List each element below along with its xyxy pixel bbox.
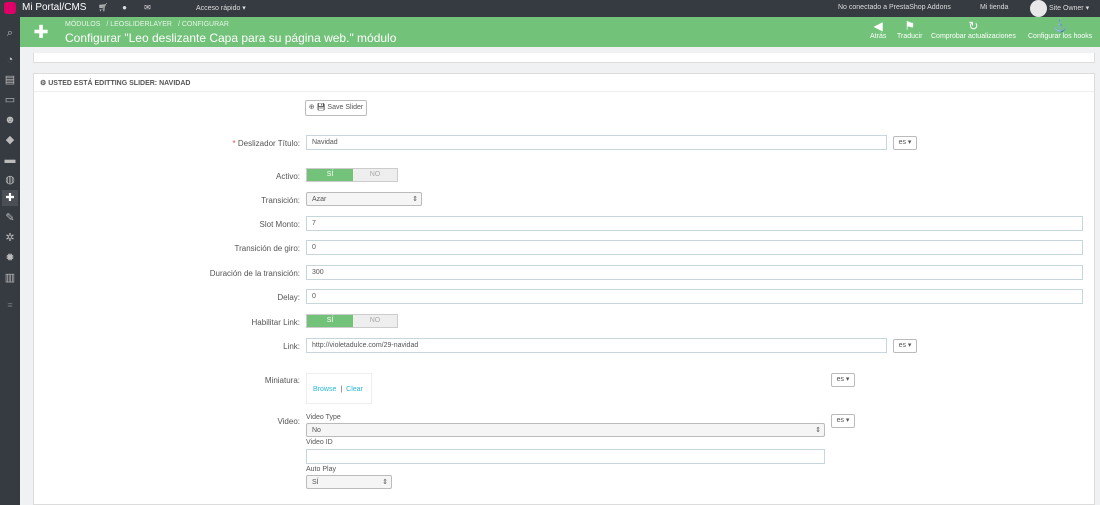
payment-icon[interactable]: ▭ xyxy=(2,92,18,108)
slot-amount-input[interactable]: 7 xyxy=(306,216,1083,231)
delay-label: Delay: xyxy=(277,293,300,302)
my-shop-link[interactable]: Mi tienda xyxy=(980,4,1008,11)
orders-icon[interactable]: ▤ xyxy=(2,72,18,88)
video-id-input[interactable] xyxy=(306,449,825,464)
prestashop-logo-icon[interactable] xyxy=(4,2,16,14)
save-icon: ⊕ 💾︎ xyxy=(308,104,328,111)
employee-menu[interactable]: Site Owner ▾ xyxy=(1049,4,1089,12)
enable-link-no[interactable]: NO xyxy=(353,315,397,327)
delay-input[interactable]: 0 xyxy=(306,289,1083,304)
breadcrumb-modules[interactable]: MÓDULOS xyxy=(65,21,100,28)
modules-puzzle-icon[interactable]: ✚ xyxy=(2,190,18,206)
link-lang-dropdown[interactable]: es ▾ xyxy=(893,339,917,353)
active-no[interactable]: NO xyxy=(353,169,397,181)
panel-strip xyxy=(33,53,1095,63)
video-type-select[interactable]: No ⇕ xyxy=(306,423,825,437)
back-button[interactable]: ◀ Atrás xyxy=(870,19,886,41)
stats-icon[interactable]: ▥ xyxy=(2,270,18,286)
dashboard-icon[interactable]: ◔ xyxy=(2,52,18,68)
shop-brand[interactable]: Mi Portal/CMS xyxy=(22,2,86,13)
check-updates-button[interactable]: ↻ Comprobar actualizaciones xyxy=(931,19,1016,41)
link-input[interactable]: http://violetadulce.com/29-navidad xyxy=(306,338,887,353)
cogs-icon: ⚙ xyxy=(40,80,49,87)
globe-icon[interactable]: ◍ xyxy=(2,172,18,188)
active-label: Activo: xyxy=(275,172,300,181)
thumbnail-label: Miniatura: xyxy=(264,376,300,385)
thumbnail-lang-dropdown[interactable]: es ▾ xyxy=(831,373,855,387)
duration-label: Duración de la transición: xyxy=(209,269,300,278)
slider-title-input[interactable]: Navidad xyxy=(306,135,887,150)
gear-icon[interactable]: ✹ xyxy=(2,250,18,266)
rotation-input[interactable]: 0 xyxy=(306,240,1083,255)
envelope-icon[interactable]: ✉ xyxy=(143,4,152,12)
transition-select[interactable]: Azar ⇕ xyxy=(306,192,422,206)
customers-icon[interactable]: ☻ xyxy=(2,112,18,128)
link-label: Link: xyxy=(283,342,300,351)
cart-icon[interactable]: 🛒︎ xyxy=(98,4,108,12)
refresh-icon: ↻ xyxy=(968,19,979,33)
auto-play-label: Auto Play xyxy=(306,466,336,473)
select-arrows-icon: ⇕ xyxy=(382,479,388,486)
avatar[interactable] xyxy=(1030,0,1047,17)
back-arrow-icon: ◀ xyxy=(873,19,883,33)
enable-link-label: Habilitar Link: xyxy=(251,318,300,327)
active-toggle[interactable]: SÍ NO xyxy=(306,168,398,182)
shipping-truck-icon[interactable]: ▬ xyxy=(2,152,18,168)
clear-link[interactable]: Clear xyxy=(346,386,363,393)
menu-collapse-icon[interactable]: ≡ xyxy=(2,297,18,313)
price-tag-icon[interactable]: ◆ xyxy=(2,132,18,148)
slot-label: Slot Monto: xyxy=(259,220,300,229)
select-arrows-icon: ⇕ xyxy=(412,196,418,203)
duration-input[interactable]: 300 xyxy=(306,265,1083,280)
quick-access-menu[interactable]: Acceso rápido ▾ xyxy=(196,4,246,12)
translate-button[interactable]: ⚑ Traducir xyxy=(897,19,922,41)
sidebar: ⌕ ◔ ▤ ▭ ☻ ◆ ▬ ◍ ✚ ✎ ✲ ✹ ▥ ≡ xyxy=(0,17,20,505)
video-label: Video: xyxy=(277,417,300,426)
title-lang-dropdown[interactable]: es ▾ xyxy=(893,136,917,150)
breadcrumb-configure: / CONFIGURAR xyxy=(177,21,229,28)
video-id-label: Video ID xyxy=(306,439,333,446)
video-lang-dropdown[interactable]: es ▾ xyxy=(831,414,855,428)
search-icon[interactable]: ⌕ xyxy=(2,25,18,41)
addons-connect-link[interactable]: No conectado a PrestaShop Addons xyxy=(838,4,951,11)
active-yes[interactable]: SÍ xyxy=(307,169,353,181)
video-type-label: Video Type xyxy=(306,414,341,421)
wrench-icon[interactable]: ✎ xyxy=(2,210,18,226)
enable-link-yes[interactable]: SÍ xyxy=(307,315,353,327)
thumbnail-picker: Browse | Clear xyxy=(306,373,372,404)
panel-heading: ⚙ USTED ESTÁ EDITTING SLIDER: NAVIDAD xyxy=(34,74,1094,92)
save-slider-button[interactable]: ⊕ 💾︎ Save Slider xyxy=(305,100,367,116)
puzzle-icon: ✚ xyxy=(33,22,49,42)
page-title: Configurar "Leo deslizante Capa para su … xyxy=(65,31,397,45)
page-header: ✚ MÓDULOS / LEOSLIDERLAYER / CONFIGURAR … xyxy=(20,17,1100,47)
rotation-label: Transición de giro: xyxy=(234,244,300,253)
breadcrumb: MÓDULOS / LEOSLIDERLAYER / CONFIGURAR xyxy=(65,21,233,28)
select-arrows-icon: ⇕ xyxy=(815,427,821,434)
user-icon[interactable]: ● xyxy=(120,4,129,12)
auto-play-select[interactable]: SÍ ⇕ xyxy=(306,475,392,489)
configure-hooks-button[interactable]: ⚓ Configurar los hooks xyxy=(1028,19,1092,41)
browse-link[interactable]: Browse xyxy=(313,386,336,393)
gears-icon[interactable]: ✲ xyxy=(2,230,18,246)
breadcrumb-leosliderlayer[interactable]: / LEOSLIDERLAYER xyxy=(106,21,172,28)
title-label: * Deslizador Título: xyxy=(232,139,300,148)
transition-label: Transición: xyxy=(261,196,300,205)
top-navbar: Mi Portal/CMS 🛒︎ ● ✉ Acceso rápido ▾ No … xyxy=(0,0,1100,17)
anchor-icon: ⚓ xyxy=(1052,19,1068,33)
flag-icon: ⚑ xyxy=(904,19,916,33)
enable-link-toggle[interactable]: SÍ NO xyxy=(306,314,398,328)
